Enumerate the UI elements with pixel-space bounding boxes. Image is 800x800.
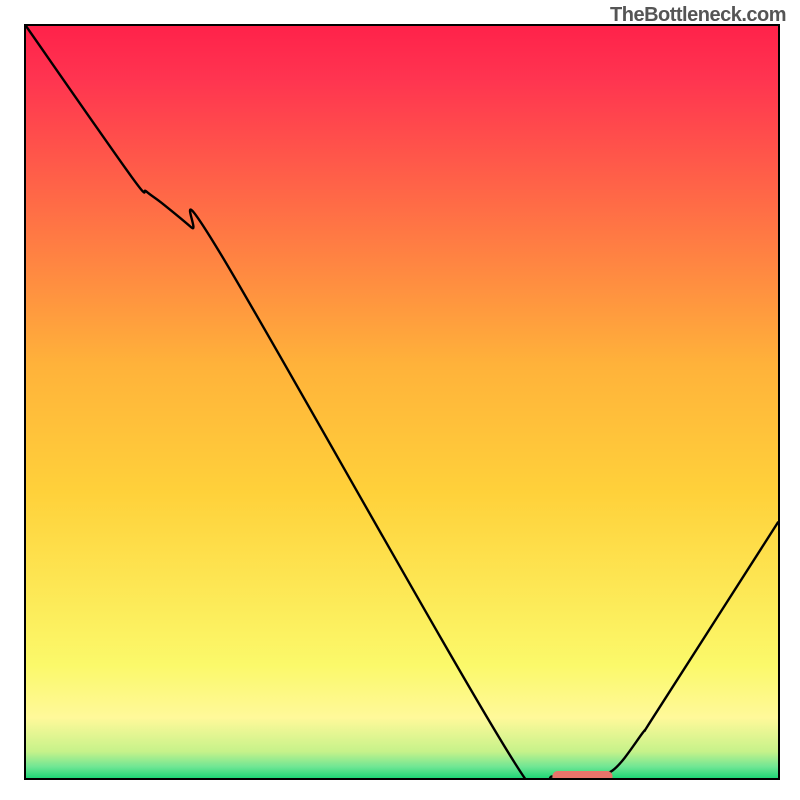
chart-svg (26, 26, 778, 778)
chart-plot-area (24, 24, 780, 780)
minimum-marker (552, 771, 612, 778)
chart-background-gradient (26, 26, 778, 778)
